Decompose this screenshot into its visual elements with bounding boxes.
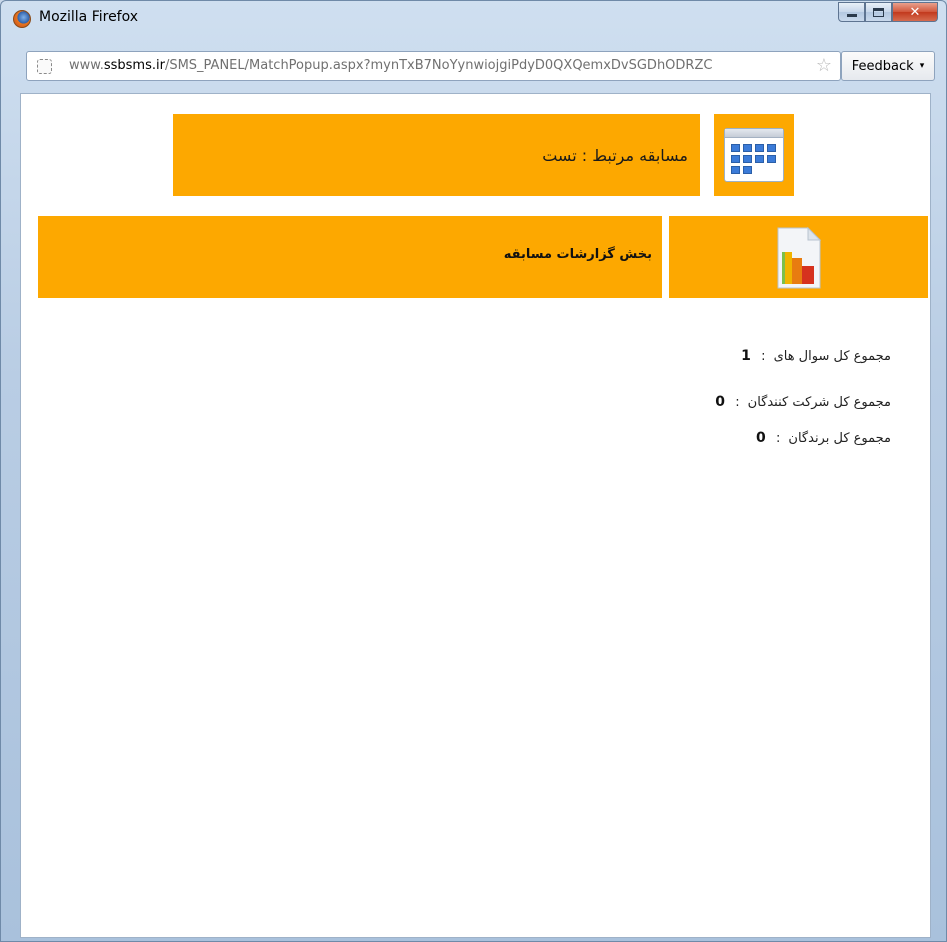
close-button[interactable]: ✕ [892,2,938,22]
stat-colon: : [735,394,740,410]
url-host: ssbsms.ir [103,58,165,73]
minimize-button[interactable] [838,2,865,22]
stat-row-questions: مجموع کل سوال های : 1 [741,346,891,366]
stat-label: مجموع کل برندگان [788,430,891,446]
stat-colon: : [761,348,766,364]
report-icon-box [669,216,928,298]
stat-value: 0 [715,394,725,410]
stat-value: 0 [756,430,766,446]
url-bar[interactable]: www.ssbsms.ir/SMS_PANEL/MatchPopup.aspx?… [26,51,841,81]
navigation-toolbar: www.ssbsms.ir/SMS_PANEL/MatchPopup.aspx?… [9,51,939,81]
match-header-bar: مسابقه مرتبط : تست [173,114,700,196]
stat-row-participants: مجموع کل شرکت کنندگان : 0 [715,392,891,412]
stat-value: 1 [741,348,751,364]
feedback-button[interactable]: Feedback ▾ [841,51,935,81]
bookmark-star-icon[interactable]: ☆ [816,56,832,76]
url-prefix: www. [69,58,104,73]
window-title: Mozilla Firefox [39,9,139,25]
stat-row-winners: مجموع کل برندگان : 0 [756,428,891,448]
stat-label: مجموع کل شرکت کنندگان [747,394,891,410]
title-bar: Mozilla Firefox ✕ [1,1,946,35]
calendar-icon [724,128,784,182]
caption-buttons: ✕ [838,2,938,24]
calendar-icon-box [714,114,794,196]
site-identity-icon[interactable] [37,59,52,74]
stat-label: مجموع کل سوال های [773,348,891,364]
maximize-button[interactable] [865,2,892,22]
minimize-icon [846,13,857,17]
reports-header-bar: بخش گزارشات مسابقه [38,216,662,298]
feedback-label: Feedback [851,58,914,74]
url-text[interactable]: www.ssbsms.ir/SMS_PANEL/MatchPopup.aspx?… [69,58,799,76]
section-title: بخش گزارشات مسابقه [503,247,652,262]
browser-window: Mozilla Firefox ✕ www.ssbsms.ir/SMS_PANE… [0,0,947,942]
close-icon: ✕ [909,4,921,20]
match-label: مسابقه مرتبط : تست [542,146,688,165]
firefox-icon [13,10,31,28]
page-content: مسابقه مرتبط : تست بخش گزارشات مسابقه مج… [20,93,931,938]
chevron-down-icon: ▾ [919,61,925,71]
maximize-icon [873,7,884,17]
bar-chart-report-icon [777,226,822,289]
url-path: /SMS_PANEL/MatchPopup.aspx?mynTxB7NoYynw… [164,58,713,73]
stat-colon: : [776,430,781,446]
